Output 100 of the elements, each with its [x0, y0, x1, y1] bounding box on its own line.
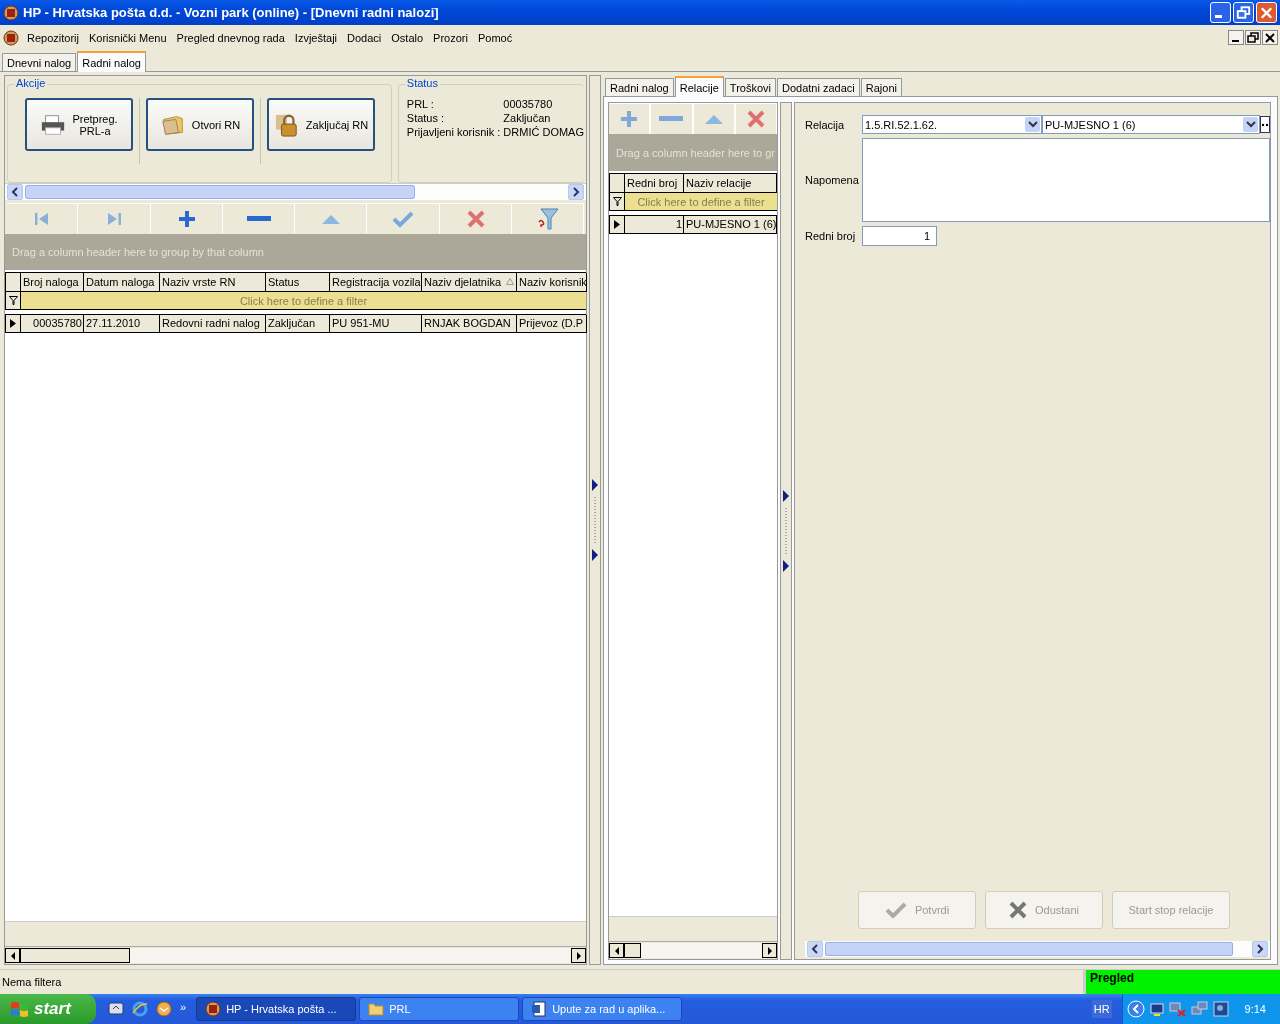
scroll-right-icon[interactable] — [571, 948, 586, 963]
triangle-up-icon — [704, 114, 723, 124]
restore-button[interactable] — [1245, 30, 1261, 45]
plus-icon — [176, 209, 197, 229]
document-tab[interactable]: Dnevni nalog — [2, 53, 77, 71]
status-value: 00035780 — [503, 97, 554, 111]
ellipsis-button[interactable] — [1260, 116, 1270, 133]
document-tab[interactable]: Radni nalog — [77, 51, 146, 72]
language-indicator[interactable]: HR — [1091, 1000, 1112, 1018]
minus-icon — [659, 116, 684, 122]
menu-item[interactable]: Dodaci — [342, 31, 387, 44]
action-button[interactable]: Zaključaj RN — [267, 98, 375, 151]
filter-icon — [612, 197, 622, 206]
detail-tab[interactable]: Dodatni zadaci — [777, 78, 860, 96]
table-cell: Zaključan — [266, 315, 330, 333]
clock: 9:14 — [1244, 1003, 1266, 1015]
ellipsis-icon — [1261, 122, 1269, 127]
menu-item[interactable]: Pregled dnevnog rada — [171, 31, 290, 44]
detail-tab[interactable]: Rajoni — [860, 78, 902, 96]
filter-status: Nema filtera — [1, 975, 63, 990]
restore-icon — [1246, 30, 1260, 45]
detail-tab[interactable]: Radni nalog — [605, 78, 674, 96]
scroll-right-icon[interactable] — [762, 943, 777, 958]
row-indicator[interactable] — [609, 216, 625, 234]
scroll-left-icon[interactable] — [5, 948, 20, 963]
cross-icon — [746, 110, 765, 128]
cross-icon — [1009, 901, 1027, 919]
browser-icon[interactable] — [132, 1001, 148, 1017]
scroll-thumb[interactable] — [20, 948, 131, 963]
taskbar-button[interactable]: HP - Hrvatska pošta ... — [196, 997, 357, 1021]
row-indicator[interactable] — [5, 315, 21, 333]
relation-code-dropdown[interactable]: 1.5.RI.52.1.62. — [862, 115, 1042, 134]
horizontal-scrollbar[interactable] — [609, 941, 777, 959]
minimize-button[interactable] — [1228, 30, 1244, 45]
funnel-icon — [536, 208, 559, 230]
checkmark-icon — [392, 210, 415, 228]
folder-icon — [368, 1002, 385, 1016]
scroll-thumb[interactable] — [25, 185, 415, 199]
status-label: Status : — [406, 111, 446, 125]
note-field[interactable] — [862, 138, 1270, 222]
remove-button[interactable] — [651, 104, 693, 134]
group-title: Status — [404, 77, 440, 89]
table-cell: PU 951-MU — [330, 315, 422, 333]
app-logo-icon — [3, 4, 19, 21]
relation-name-dropdown[interactable]: PU-MJESNO 1 (6) — [1042, 115, 1260, 134]
triangle-up-icon — [322, 214, 341, 224]
minimize-icon — [1231, 39, 1239, 42]
last-record-icon — [105, 210, 124, 228]
menu-item[interactable]: Pomoć — [472, 31, 518, 44]
scroll-thumb[interactable] — [624, 943, 641, 958]
menu-item[interactable]: Korisnički Menu — [83, 31, 172, 44]
printer-icon — [40, 112, 67, 137]
table-cell: 27.11.2010 — [84, 315, 160, 333]
scroll-left-icon[interactable] — [609, 943, 624, 958]
taskbar-button[interactable]: PRL — [359, 997, 520, 1021]
document-icon — [531, 1001, 548, 1017]
more-button[interactable]: » — [180, 1001, 187, 1013]
current-row-icon — [10, 319, 16, 328]
app-tray-icon[interactable] — [1212, 1001, 1229, 1017]
minus-icon — [246, 216, 271, 222]
table-cell: RNJAK BOGDAN — [422, 315, 517, 333]
taskbar-button[interactable]: Upute za rad u aplika... — [522, 997, 683, 1021]
field-label: Relacija — [805, 118, 846, 131]
detail-tab[interactable]: Troškovi — [724, 78, 776, 96]
app-logo-icon — [205, 1001, 222, 1017]
group-hint: Drag a column header here to group by that column — [12, 246, 264, 258]
mail-icon[interactable] — [156, 1001, 172, 1017]
windows-flag-icon — [10, 1000, 30, 1018]
horizontal-scrollbar[interactable] — [5, 946, 586, 964]
field-label: Redni broj — [805, 230, 857, 242]
minimize-icon — [1215, 15, 1222, 18]
plus-icon — [619, 109, 640, 129]
menu-item[interactable]: Izvještaji — [289, 31, 343, 44]
monitor-icon[interactable] — [1148, 1001, 1165, 1017]
close-icon — [1263, 30, 1277, 45]
menu-item[interactable]: Prozori — [428, 31, 473, 44]
splitter-handle[interactable] — [780, 102, 792, 960]
cancel-button[interactable] — [735, 104, 777, 134]
action-button[interactable]: Pretpreg. PRL-a — [25, 98, 133, 151]
chevron-left-icon[interactable] — [1126, 1000, 1145, 1018]
horizontal-scrollbar[interactable] — [5, 184, 586, 200]
table-cell: Redovni radni nalog — [160, 315, 266, 333]
close-button[interactable] — [1262, 30, 1278, 45]
mode-indicator: Pregled — [1083, 970, 1280, 994]
order-number-field[interactable]: 1 — [862, 226, 937, 246]
filter-icon — [8, 296, 18, 305]
splitter-handle[interactable] — [589, 75, 601, 965]
scroll-thumb[interactable] — [825, 942, 1233, 956]
sort-ascending-icon — [506, 278, 514, 285]
horizontal-scrollbar[interactable] — [805, 941, 1270, 957]
menu-item[interactable]: Ostalo — [386, 31, 429, 44]
detail-tab[interactable]: Relacije — [674, 76, 724, 97]
window-title: HP - Hrvatska pošta d.d. - Vozni park (online) - [Dnevni radni nalozi] — [23, 5, 439, 20]
menu-item[interactable]: Repozitorij — [22, 31, 84, 44]
status-value: Zaključan — [503, 111, 552, 125]
field-label: Napomena — [805, 174, 860, 186]
add-button[interactable] — [609, 104, 651, 134]
action-button[interactable]: Otvori RN — [146, 98, 254, 151]
checkmark-icon — [884, 902, 907, 918]
cross-icon — [466, 210, 485, 228]
